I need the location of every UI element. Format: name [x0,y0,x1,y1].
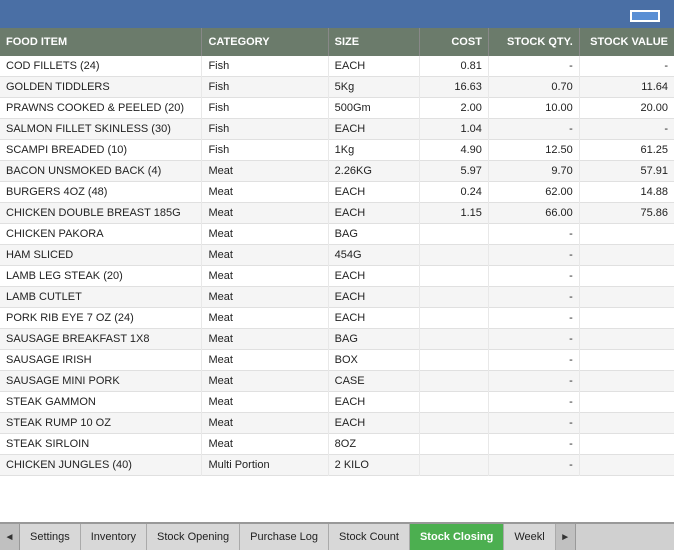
table-row: CHICKEN PAKORAMeatBAG- [0,224,674,245]
tab-settings[interactable]: Settings [20,524,81,550]
table-row: LAMB LEG STEAK (20)MeatEACH- [0,266,674,287]
logo [630,10,660,22]
stock-table: FOOD ITEM CATEGORY SIZE CoST STOCK Qty. … [0,28,674,476]
tab-stock-count[interactable]: Stock Count [329,524,410,550]
tab-weekly[interactable]: Weekl [504,524,555,550]
table-row: CHICKEN JUNGLES (40)Multi Portion2 KILO- [0,455,674,476]
col-header-cost: CoST [419,28,488,56]
table-container: FOOD ITEM CATEGORY SIZE CoST STOCK Qty. … [0,28,674,522]
table-row: STEAK SIRLOINMeat8OZ- [0,434,674,455]
table-row: PRAWNS COOKED & PEELED (20)Fish500Gm2.00… [0,98,674,119]
table-row: SAUSAGE BREAKFAST 1X8MeatBAG- [0,329,674,350]
col-header-size: SIZE [328,28,419,56]
table-row: SAUSAGE MINI PORKMeatCASE- [0,371,674,392]
col-header-category: CATEGORY [202,28,328,56]
tab-scroll-left[interactable]: ◄ [0,524,20,550]
table-row: SAUSAGE IRISHMeatBOX- [0,350,674,371]
table-row: GOLDEN TIDDLERSFish5Kg16.630.7011.64 [0,77,674,98]
table-row: BACON UNSMOKED BACK (4)Meat2.26KG5.979.7… [0,161,674,182]
tab-stock-closing[interactable]: Stock Closing [410,524,504,550]
bottom-tabs: ◄ Settings Inventory Stock Opening Purch… [0,522,674,550]
tab-stock-opening[interactable]: Stock Opening [147,524,240,550]
table-row: BURGERS 4OZ (48)MeatEACH0.2462.0014.88 [0,182,674,203]
col-header-stock-value: STOCK VALUE [579,28,674,56]
tab-purchase-log[interactable]: Purchase Log [240,524,329,550]
tab-inventory[interactable]: Inventory [81,524,147,550]
table-row: SCAMPI BREADED (10)Fish1Kg4.9012.5061.25 [0,140,674,161]
logo-box [630,10,660,22]
table-row: PORK RIB EYE 7 OZ (24)MeatEACH- [0,308,674,329]
table-row: HAM SLICEDMeat454G- [0,245,674,266]
table-row: STEAK RUMP 10 OZMeatEACH- [0,413,674,434]
table-row: SALMON FILLET SKINLESS (30)FishEACH1.04-… [0,119,674,140]
table-row: LAMB CUTLETMeatEACH- [0,287,674,308]
table-row: CHICKEN DOUBLE BREAST 185GMeatEACH1.1566… [0,203,674,224]
header [0,0,674,28]
table-row: COD FILLETS (24)FishEACH0.81-- [0,56,674,77]
table-header-row: FOOD ITEM CATEGORY SIZE CoST STOCK Qty. … [0,28,674,56]
col-header-food: FOOD ITEM [0,28,202,56]
tab-scroll-right[interactable]: ► [556,524,576,550]
col-header-stock-qty: STOCK Qty. [488,28,579,56]
table-row: STEAK GAMMONMeatEACH- [0,392,674,413]
